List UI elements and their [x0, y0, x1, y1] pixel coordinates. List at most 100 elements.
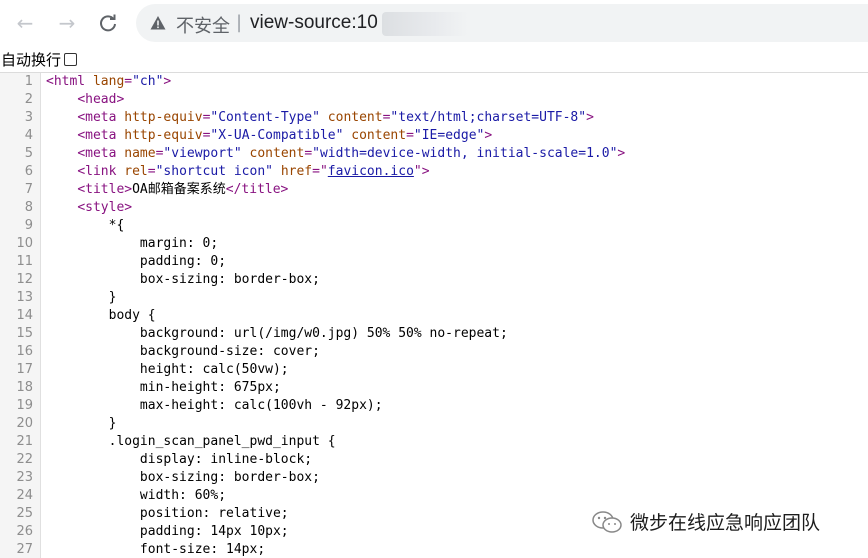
back-button[interactable]: ←	[10, 8, 40, 38]
code-token: background-size: cover;	[139, 344, 320, 359]
code-token: >	[163, 74, 172, 89]
wechat-icon	[592, 510, 622, 533]
line-code: <html lang="ch">	[46, 73, 171, 91]
code-token: body {	[108, 308, 156, 323]
line-code: margin: 0;	[46, 235, 218, 253]
line-wrap-label: 自动换行	[1, 50, 62, 69]
code-token: "X-UA-Compatible"	[210, 128, 344, 143]
line-number: 14	[16, 308, 33, 323]
url-text[interactable]: view-source:10	[250, 12, 378, 34]
line-number: 2	[24, 92, 33, 107]
code-token: <meta	[77, 146, 125, 161]
address-bar[interactable]: 不安全 | view-source:10	[136, 4, 868, 42]
watermark-text: 微步在线应急响应团队	[630, 512, 821, 534]
code-token: =	[124, 74, 133, 89]
code-token: min-height: 675px;	[139, 380, 281, 395]
source-line: 20 }	[0, 415, 868, 433]
line-number: 23	[16, 470, 33, 485]
code-token: =	[304, 146, 313, 161]
code-token: <meta	[77, 110, 125, 125]
line-number: 9	[24, 218, 33, 233]
line-code: <link rel="shortcut icon" href="favicon.…	[46, 163, 429, 181]
line-wrap-checkbox[interactable]	[64, 52, 78, 66]
code-token: "shortcut icon"	[155, 164, 273, 179]
line-number: 1	[24, 74, 33, 89]
reload-button[interactable]	[93, 8, 123, 38]
line-code: width: 60%;	[46, 487, 226, 505]
line-number: 25	[16, 506, 33, 521]
line-number: 19	[16, 398, 33, 413]
code-token: =	[147, 164, 156, 179]
line-number: 16	[16, 344, 33, 359]
redacted-url-blur	[382, 12, 468, 36]
line-number: 10	[16, 236, 33, 251]
source-line: 4 <meta http-equiv = "X-UA-Compatible" con…	[0, 127, 868, 145]
warning-triangle-icon[interactable]	[150, 15, 166, 31]
arrow-left-icon: ←	[16, 11, 34, 35]
line-code: box-sizing: border-box;	[46, 469, 320, 487]
source-line: 11 padding: 0;	[0, 253, 868, 271]
code-token: >	[484, 128, 493, 143]
code-token: margin: 0;	[139, 236, 219, 251]
source-line: 9 *{	[0, 217, 868, 235]
code-token: "ch"	[132, 74, 164, 89]
line-code: max-height: calc(100vh - 92px);	[46, 397, 383, 415]
reload-icon	[100, 14, 116, 32]
line-code: <head>	[46, 91, 124, 109]
line-number: 11	[16, 254, 33, 269]
code-token: display: inline-block;	[139, 452, 313, 467]
code-token: content	[249, 146, 305, 161]
code-token: =	[406, 128, 414, 143]
code-token: http-equiv	[124, 110, 203, 125]
line-number: 20	[16, 416, 33, 431]
line-code: background-size: cover;	[46, 343, 320, 361]
source-line: 21 .login_scan_panel_pwd_input {	[0, 433, 868, 451]
forward-button[interactable]: →	[52, 8, 82, 38]
code-token: http-equiv	[124, 128, 203, 143]
source-line: 17 height: calc(50vw);	[0, 361, 868, 379]
code-token: "viewport"	[163, 146, 242, 161]
code-token: "IE=edge"	[413, 128, 485, 143]
arrow-right-icon: →	[58, 11, 76, 35]
line-code: background: url(/img/w0.jpg) 50% 50% no-…	[46, 325, 508, 343]
code-token: font-size: 14px;	[139, 542, 266, 557]
code-token: height: calc(50vw);	[139, 362, 289, 377]
source-line: 24 width: 60%;	[0, 487, 868, 505]
line-code: position: relative;	[46, 505, 289, 523]
source-line: 8 <style>	[0, 199, 868, 217]
browser-toolbar: ← → 不安全 | view-source:10	[0, 0, 868, 46]
line-code: min-height: 675px;	[46, 379, 281, 397]
code-token: padding: 14px 10px;	[139, 524, 289, 539]
security-status[interactable]: 不安全	[176, 12, 230, 38]
line-number: 3	[24, 110, 33, 125]
code-token: box-sizing: border-box;	[139, 470, 320, 485]
code-token: padding: 0;	[139, 254, 227, 269]
code-token: <style>	[77, 200, 133, 215]
line-number: 18	[16, 380, 33, 395]
code-token: <html	[46, 74, 93, 89]
code-token: content	[327, 110, 383, 125]
line-number: 17	[16, 362, 33, 377]
code-token: *{	[108, 218, 125, 233]
address-separator: |	[236, 12, 243, 33]
code-token: max-height: calc(100vh - 92px);	[139, 398, 383, 413]
line-wrap-toggle[interactable]: 自动换行	[0, 48, 78, 70]
code-token: }	[108, 290, 117, 305]
code-token: "width=device-width, initial-scale=1.0"	[312, 146, 618, 161]
source-link[interactable]: favicon.ico	[328, 164, 414, 179]
code-token: >	[617, 146, 626, 161]
line-number: 5	[24, 146, 33, 161]
line-code: <meta http-equiv="Content-Type" content=…	[46, 109, 594, 127]
source-line: 15 background: url(/img/w0.jpg) 50% 50% …	[0, 325, 868, 343]
line-number: 4	[24, 128, 33, 143]
code-token: "Content-Type"	[210, 110, 320, 125]
line-number: 13	[16, 290, 33, 305]
line-code: display: inline-block;	[46, 451, 312, 469]
source-line: 7 <title>OA邮箱备案系统</title>	[0, 181, 868, 199]
line-code: <title>OA邮箱备案系统</title>	[46, 181, 288, 199]
source-line: 13 }	[0, 289, 868, 307]
line-number: 8	[24, 200, 33, 215]
line-code: box-sizing: border-box;	[46, 271, 320, 289]
